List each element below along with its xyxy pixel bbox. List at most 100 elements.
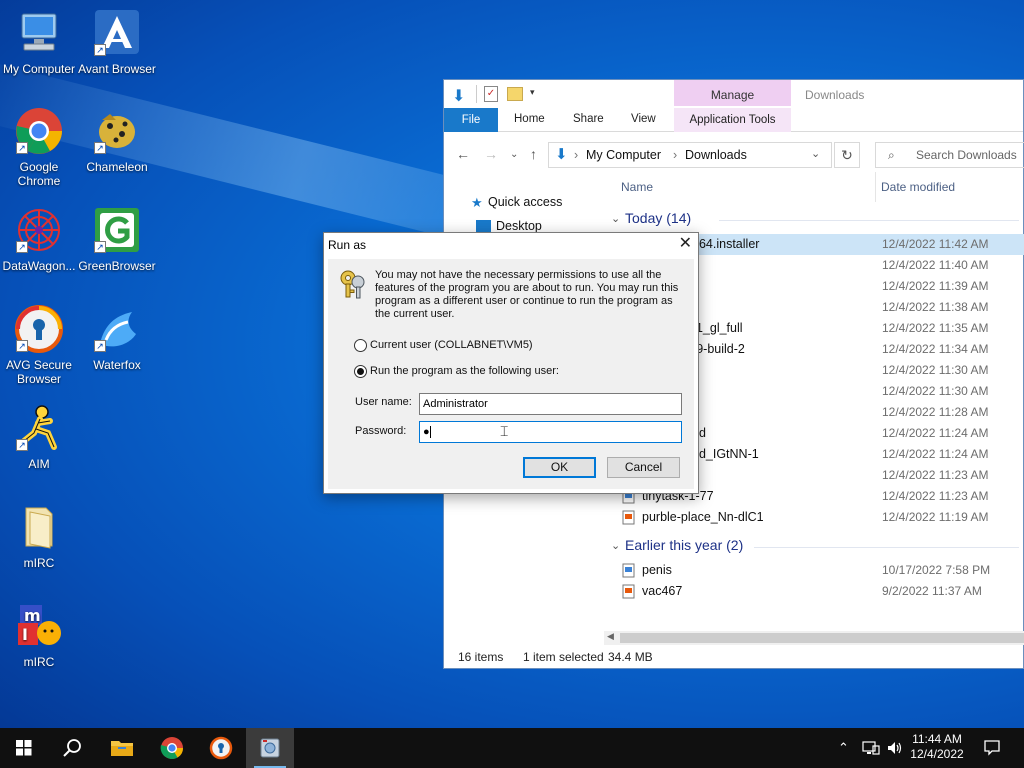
avg-browser-icon: ↗: [14, 304, 64, 354]
download-arrow-icon[interactable]: ⬇: [452, 86, 465, 106]
scroll-left-icon[interactable]: ◀: [607, 631, 614, 642]
file-icon: [622, 563, 635, 578]
refresh-icon[interactable]: ↻: [834, 142, 860, 168]
group-header-earlier[interactable]: Earlier this year (2): [625, 537, 743, 553]
shortcut-arrow-icon: ↗: [16, 241, 28, 253]
scrollbar-thumb[interactable]: [620, 633, 1024, 643]
tab-application-tools[interactable]: Application Tools: [674, 108, 791, 132]
mirc-icon: mI: [14, 601, 64, 651]
new-folder-icon[interactable]: [507, 87, 523, 101]
back-icon[interactable]: ←: [456, 146, 470, 162]
desktop-icon-mirc-folder[interactable]: mIRC: [0, 502, 78, 570]
nav-desktop[interactable]: Desktop: [496, 219, 542, 233]
search-input[interactable]: ⌕ Search Downloads: [875, 142, 1024, 168]
column-header-date-modified[interactable]: Date modified: [881, 180, 955, 194]
desktop-icon-google-chrome[interactable]: ↗ Google Chrome: [0, 106, 78, 188]
radio-following-user[interactable]: [354, 365, 367, 378]
breadcrumb-downloads[interactable]: Downloads: [685, 148, 747, 162]
desktop-icon-avant-browser[interactable]: ↗ Avant Browser: [78, 8, 156, 76]
desktop-icon-mirc[interactable]: mI mIRC: [0, 601, 78, 669]
recent-locations-icon[interactable]: ⌄: [510, 149, 518, 160]
taskbar-file-explorer[interactable]: [98, 728, 146, 768]
username-label: User name:: [355, 396, 412, 408]
network-icon[interactable]: [862, 740, 880, 759]
notifications-icon[interactable]: [983, 738, 1001, 759]
address-row: ← → ⌄ ↑ ⬇ › My Computer › Downloads ⌄ ↻ …: [444, 132, 1024, 176]
desktop-icon-label: My Computer: [2, 62, 76, 76]
file-date: 10/17/2022 7:58 PM: [882, 563, 991, 577]
group-divider: [754, 547, 1019, 548]
desktop-icon-label: DataWagon...: [2, 259, 76, 273]
desktop-icon-chameleon[interactable]: ↗ Chameleon: [78, 106, 156, 174]
file-row[interactable]: penis 10/17/2022 7:58 PM: [606, 560, 1024, 581]
ribbon-context-tab-manage[interactable]: Manage: [674, 80, 791, 106]
forward-icon[interactable]: →: [484, 146, 498, 162]
status-bar: 16 items 1 item selected 34.4 MB: [444, 646, 1023, 668]
cancel-button[interactable]: Cancel: [607, 457, 680, 478]
run-as-dialog[interactable]: Run as ✕ You may not have the necessary …: [323, 232, 699, 494]
desktop-icon-label: mIRC: [23, 556, 55, 570]
close-icon[interactable]: ✕: [679, 236, 692, 252]
desktop-icon-datawagon[interactable]: ↗ DataWagon...: [0, 205, 78, 273]
desktop-icon-avg-secure-browser[interactable]: ↗ AVG Secure Browser: [0, 304, 78, 386]
desktop-icon-label: AVG Secure Browser: [6, 358, 72, 386]
dialog-title-bar[interactable]: Run as ✕: [324, 233, 698, 257]
tab-view[interactable]: View: [631, 113, 656, 125]
tab-file[interactable]: File: [444, 108, 498, 132]
show-hidden-icons-icon[interactable]: ⌃: [838, 740, 849, 756]
start-button[interactable]: [0, 728, 48, 768]
group-header-today[interactable]: Today (14): [625, 210, 691, 226]
dialog-message: You may not have the necessary permissio…: [375, 269, 679, 320]
collapse-group-icon[interactable]: ⌄: [611, 539, 620, 552]
address-dropdown-icon[interactable]: ⌄: [811, 147, 820, 160]
file-explorer-icon: [111, 741, 133, 756]
up-icon[interactable]: ↑: [530, 146, 537, 162]
collapse-group-icon[interactable]: ⌄: [611, 212, 620, 225]
clock-time: 11:44 AM: [912, 732, 962, 746]
taskbar-run-as-app[interactable]: [246, 728, 294, 768]
shortcut-arrow-icon: ↗: [16, 439, 28, 451]
file-row[interactable]: vac467 9/2/2022 11:37 AM: [606, 581, 1024, 602]
status-item-count: 16 items: [458, 650, 504, 664]
volume-icon[interactable]: [886, 740, 904, 759]
taskbar-chrome[interactable]: [148, 728, 196, 768]
radio-current-user-label[interactable]: Current user (COLLABNET\VM5): [370, 339, 533, 351]
avant-browser-icon: ↗: [92, 8, 142, 58]
radio-following-user-label[interactable]: Run the program as the following user:: [370, 365, 559, 377]
file-row[interactable]: purble-place_Nn-dlC1 12/4/2022 11:19 AM: [606, 507, 1024, 528]
desktop-icon-my-computer[interactable]: My Computer: [0, 8, 78, 76]
nav-quick-access[interactable]: Quick access: [488, 195, 562, 209]
keys-icon: [337, 268, 369, 300]
customize-toolbar-icon[interactable]: ▾: [530, 87, 535, 98]
file-date: 12/4/2022 11:24 AM: [882, 447, 989, 461]
shortcut-arrow-icon: ↗: [94, 340, 106, 352]
file-date: 12/4/2022 11:30 AM: [882, 363, 989, 377]
desktop-icon-label: mIRC: [23, 655, 55, 669]
desktop-icon-label: Avant Browser: [78, 62, 156, 76]
system-clock[interactable]: 11:44 AM 12/4/2022: [905, 732, 969, 762]
datawagon-icon: ↗: [14, 205, 64, 255]
taskbar-avg-browser[interactable]: [197, 728, 245, 768]
file-name: purble-place_Nn-dlC1: [642, 510, 764, 524]
password-field[interactable]: ● ⌶: [419, 421, 682, 443]
svg-text:I: I: [22, 625, 28, 644]
file-date: 12/4/2022 11:23 AM: [882, 468, 989, 482]
radio-current-user[interactable]: [354, 339, 367, 352]
clock-date: 12/4/2022: [910, 747, 964, 761]
username-field[interactable]: Administrator: [419, 393, 682, 415]
properties-icon[interactable]: ✓: [484, 86, 498, 102]
desktop-icon-aim[interactable]: ↗ AIM: [0, 403, 78, 471]
shortcut-arrow-icon: ↗: [16, 142, 28, 154]
desktop-icon-waterfox[interactable]: ↗ Waterfox: [78, 304, 156, 372]
desktop-icon-greenbrowser[interactable]: ↗ GreenBrowser: [78, 205, 156, 273]
ok-button[interactable]: OK: [523, 457, 596, 478]
tab-home[interactable]: Home: [514, 113, 545, 125]
address-bar[interactable]: ⬇ › My Computer › Downloads ⌄: [548, 142, 832, 168]
file-name: vac467: [642, 584, 683, 598]
horizontal-scrollbar[interactable]: ◀: [604, 631, 1024, 645]
search-button[interactable]: [48, 728, 96, 768]
breadcrumb-my-computer[interactable]: My Computer: [586, 148, 661, 162]
file-date: 12/4/2022 11:23 AM: [882, 489, 989, 503]
column-header-name[interactable]: Name: [621, 180, 653, 194]
tab-share[interactable]: Share: [573, 113, 604, 125]
